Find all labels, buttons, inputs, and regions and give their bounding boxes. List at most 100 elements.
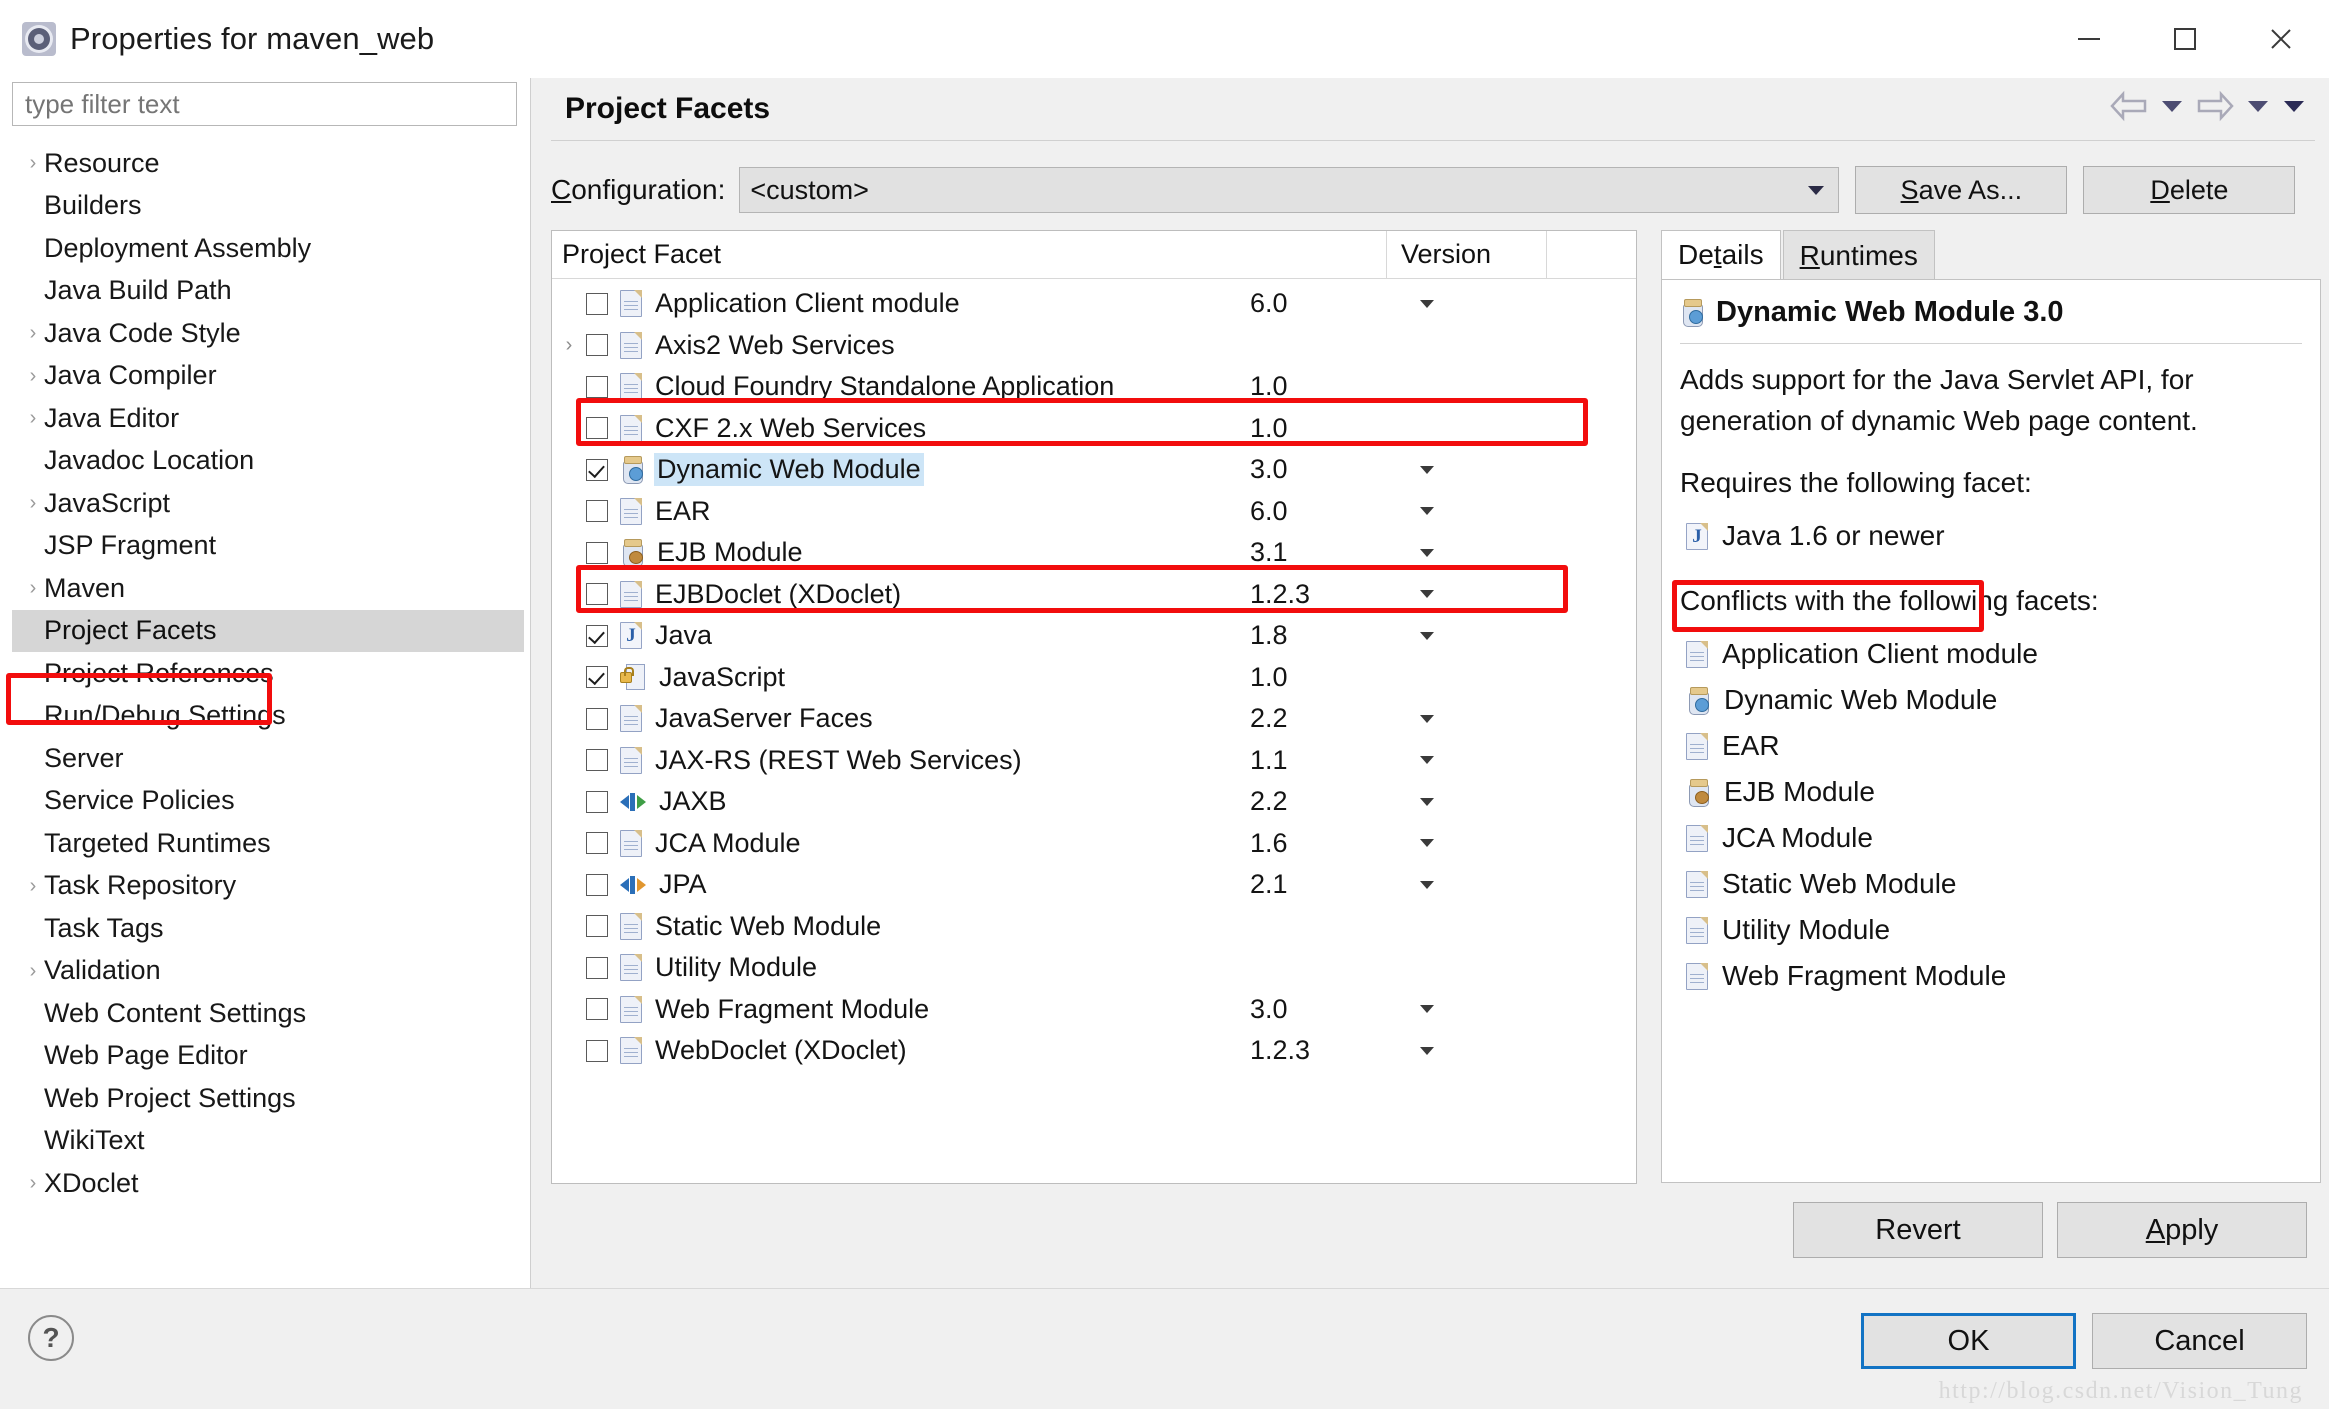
table-row[interactable]: ›JPA2.1 (552, 864, 1636, 906)
facet-checkbox[interactable] (586, 334, 608, 357)
version-chevron-down-icon[interactable] (1420, 548, 1434, 557)
chevron-right-icon[interactable]: › (22, 366, 44, 386)
sidebar-item-web-page-editor[interactable]: ›Web Page Editor (12, 1035, 524, 1078)
sidebar-item-project-references[interactable]: ›Project References (12, 652, 524, 695)
table-row[interactable]: ›JavaServer Faces2.2 (552, 698, 1636, 740)
close-button[interactable] (2233, 0, 2329, 78)
sidebar-item-task-tags[interactable]: ›Task Tags (12, 907, 524, 950)
forward-history-chevron-down-icon[interactable] (2245, 95, 2271, 117)
table-row[interactable]: ›Static Web Module (552, 906, 1636, 948)
table-row[interactable]: ›JAX-RS (REST Web Services)1.1 (552, 740, 1636, 782)
facet-checkbox[interactable] (586, 666, 608, 689)
tab-runtimes[interactable]: Runtimes (1782, 230, 1935, 280)
sidebar-item-run-debug-settings[interactable]: ›Run/Debug Settings (12, 695, 524, 738)
sidebar-item-xdoclet[interactable]: › XDoclet (12, 1162, 524, 1205)
table-row[interactable]: ›EJB Module3.1 (552, 532, 1636, 574)
facet-checkbox[interactable] (586, 1039, 608, 1062)
sidebar-item-web-project-settings[interactable]: ›Web Project Settings (12, 1077, 524, 1120)
tab-details[interactable]: De t ails (1661, 230, 1781, 280)
sidebar-item-builders[interactable]: ›Builders (12, 185, 524, 228)
back-history-chevron-down-icon[interactable] (2159, 95, 2185, 117)
facet-checkbox[interactable] (586, 832, 608, 855)
filter-input-wrapper[interactable] (12, 82, 517, 126)
table-row[interactable]: ›EAR6.0 (552, 491, 1636, 533)
facet-checkbox[interactable] (586, 707, 608, 730)
version-chevron-down-icon[interactable] (1420, 631, 1434, 640)
sidebar-item-service-policies[interactable]: ›Service Policies (12, 780, 524, 823)
version-chevron-down-icon[interactable] (1420, 507, 1434, 516)
table-row[interactable]: › Axis2 Web Services (552, 325, 1636, 367)
sidebar-item-targeted-runtimes[interactable]: ›Targeted Runtimes (12, 822, 524, 865)
chevron-right-icon[interactable]: › (22, 153, 44, 173)
version-chevron-down-icon[interactable] (1420, 756, 1434, 765)
sidebar-item-maven[interactable]: › Maven (12, 567, 524, 610)
facet-checkbox[interactable] (586, 956, 608, 979)
cancel-button[interactable]: Cancel (2092, 1313, 2307, 1369)
facet-checkbox[interactable] (586, 749, 608, 772)
facet-checkbox[interactable] (586, 292, 608, 315)
sidebar-item-javascript[interactable]: › JavaScript (12, 482, 524, 525)
maximize-button[interactable] (2137, 0, 2233, 78)
table-row[interactable]: ›JCA Module1.6 (552, 823, 1636, 865)
version-chevron-down-icon[interactable] (1420, 299, 1434, 308)
save-as-button[interactable]: Save As... (1855, 166, 2068, 214)
sidebar-item-task-repository[interactable]: › Task Repository (12, 865, 524, 908)
sidebar-item-server[interactable]: ›Server (12, 737, 524, 780)
sidebar-item-validation[interactable]: › Validation (12, 950, 524, 993)
version-chevron-down-icon[interactable] (1420, 880, 1434, 889)
sidebar-item-java-compiler[interactable]: › Java Compiler (12, 355, 524, 398)
facet-checkbox[interactable] (586, 375, 608, 398)
sidebar-item-deployment-assembly[interactable]: ›Deployment Assembly (12, 227, 524, 270)
table-row[interactable]: ›Dynamic Web Module3.0 (552, 449, 1636, 491)
facet-checkbox[interactable] (586, 583, 608, 606)
table-row[interactable]: ›Java1.8 (552, 615, 1636, 657)
facet-checkbox[interactable] (586, 915, 608, 938)
view-menu-chevron-down-icon[interactable] (2281, 95, 2307, 117)
chevron-right-icon[interactable]: › (22, 578, 44, 598)
sidebar-item-javadoc-location[interactable]: ›Javadoc Location (12, 440, 524, 483)
minimize-button[interactable] (2041, 0, 2137, 78)
facet-checkbox[interactable] (586, 624, 608, 647)
version-chevron-down-icon[interactable] (1420, 839, 1434, 848)
facet-checkbox[interactable] (586, 541, 608, 564)
back-arrow-icon[interactable] (2109, 90, 2149, 122)
chevron-right-icon[interactable]: › (22, 961, 44, 981)
configuration-select[interactable]: <custom> (739, 167, 1840, 213)
revert-button[interactable]: Revert (1793, 1202, 2043, 1258)
chevron-right-icon[interactable]: › (22, 408, 44, 428)
facet-checkbox[interactable] (586, 417, 608, 440)
version-chevron-down-icon[interactable] (1420, 1046, 1434, 1055)
table-row[interactable]: ›Cloud Foundry Standalone Application1.0 (552, 366, 1636, 408)
version-chevron-down-icon[interactable] (1420, 465, 1434, 474)
column-header-project-facet[interactable]: Project Facet (552, 239, 1386, 270)
chevron-right-icon[interactable]: › (552, 334, 586, 357)
sidebar-item-jsp-fragment[interactable]: ›JSP Fragment (12, 525, 524, 568)
chevron-right-icon[interactable]: › (22, 876, 44, 896)
facet-checkbox[interactable] (586, 873, 608, 896)
table-row[interactable]: ›CXF 2.x Web Services1.0 (552, 408, 1636, 450)
table-row[interactable]: ›WebDoclet (XDoclet)1.2.3 (552, 1030, 1636, 1072)
apply-button[interactable]: Apply (2057, 1202, 2307, 1258)
facet-checkbox[interactable] (586, 790, 608, 813)
forward-arrow-icon[interactable] (2195, 90, 2235, 122)
sidebar-item-web-content-settings[interactable]: ›Web Content Settings (12, 992, 524, 1035)
search-input[interactable] (25, 88, 516, 120)
delete-button[interactable]: Delete (2083, 166, 2296, 214)
sidebar-item-wikitext[interactable]: ›WikiText (12, 1120, 524, 1163)
table-row[interactable]: ›Web Fragment Module3.0 (552, 989, 1636, 1031)
sidebar-item-resource[interactable]: › Resource (12, 142, 524, 185)
table-row[interactable]: ›JavaScript1.0 (552, 657, 1636, 699)
facet-checkbox[interactable] (586, 458, 608, 481)
help-question-icon[interactable]: ? (28, 1315, 74, 1361)
chevron-right-icon[interactable]: › (22, 493, 44, 513)
table-row[interactable]: ›Application Client module6.0 (552, 283, 1636, 325)
column-header-version[interactable]: Version (1386, 230, 1546, 279)
version-chevron-down-icon[interactable] (1420, 714, 1434, 723)
sidebar-item-java-editor[interactable]: › Java Editor (12, 397, 524, 440)
version-chevron-down-icon[interactable] (1420, 590, 1434, 599)
table-row[interactable]: ›Utility Module (552, 947, 1636, 989)
sidebar-item-project-facets[interactable]: ›Project Facets (12, 609, 524, 652)
table-row[interactable]: ›EJBDoclet (XDoclet)1.2.3 (552, 574, 1636, 616)
table-row[interactable]: ›JAXB2.2 (552, 781, 1636, 823)
chevron-right-icon[interactable]: › (22, 1173, 44, 1193)
